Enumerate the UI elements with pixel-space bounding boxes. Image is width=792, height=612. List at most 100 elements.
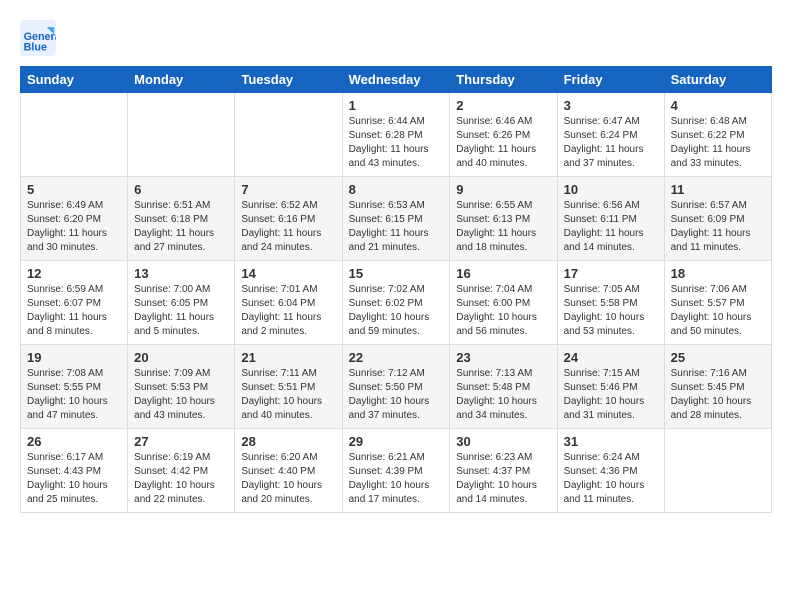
calendar-cell: 10 Sunrise: 6:56 AM Sunset: 6:11 PM Dayli… bbox=[557, 177, 664, 261]
day-info: Sunrise: 7:16 AM Sunset: 5:45 PM Dayligh… bbox=[671, 367, 765, 423]
header: General Blue bbox=[20, 20, 772, 56]
day-number: 29 bbox=[349, 434, 444, 449]
calendar-cell: 7 Sunrise: 6:52 AM Sunset: 6:16 PM Daylig… bbox=[235, 177, 342, 261]
calendar-cell: 1 Sunrise: 6:44 AM Sunset: 6:28 PM Daylig… bbox=[342, 93, 450, 177]
weekday-header-tuesday: Tuesday bbox=[235, 67, 342, 93]
calendar-cell: 25 Sunrise: 7:16 AM Sunset: 5:45 PM Dayli… bbox=[664, 345, 771, 429]
calendar-cell: 24 Sunrise: 7:15 AM Sunset: 5:46 PM Dayli… bbox=[557, 345, 664, 429]
day-info: Sunrise: 6:44 AM Sunset: 6:28 PM Dayligh… bbox=[349, 115, 444, 171]
calendar-cell bbox=[235, 93, 342, 177]
day-info: Sunrise: 7:15 AM Sunset: 5:46 PM Dayligh… bbox=[564, 367, 658, 423]
svg-text:Blue: Blue bbox=[24, 42, 47, 54]
day-info: Sunrise: 6:47 AM Sunset: 6:24 PM Dayligh… bbox=[564, 115, 658, 171]
day-number: 4 bbox=[671, 98, 765, 113]
calendar-cell: 16Sunrise: 7:04 AM Sunset: 6:00 PM Dayli… bbox=[450, 261, 557, 345]
day-info: Sunrise: 7:08 AM Sunset: 5:55 PM Dayligh… bbox=[27, 367, 121, 423]
day-info: Sunrise: 6:57 AM Sunset: 6:09 PM Dayligh… bbox=[671, 199, 765, 255]
calendar-week-row: 26 Sunrise: 6:17 AM Sunset: 4:43 PM Dayli… bbox=[21, 429, 772, 513]
day-number: 21 bbox=[241, 350, 335, 365]
day-number: 6 bbox=[134, 182, 228, 197]
day-number: 27 bbox=[134, 434, 228, 449]
calendar-cell: 29 Sunrise: 6:21 AM Sunset: 4:39 PM Dayli… bbox=[342, 429, 450, 513]
calendar-cell: 30 Sunrise: 6:23 AM Sunset: 4:37 PM Dayli… bbox=[450, 429, 557, 513]
day-number: 17 bbox=[564, 266, 658, 281]
calendar-cell: 23Sunrise: 7:13 AM Sunset: 5:48 PM Dayli… bbox=[450, 345, 557, 429]
calendar-cell: 11 Sunrise: 6:57 AM Sunset: 6:09 PM Dayli… bbox=[664, 177, 771, 261]
day-info: Sunrise: 6:51 AM Sunset: 6:18 PM Dayligh… bbox=[134, 199, 228, 255]
day-number: 18 bbox=[671, 266, 765, 281]
day-number: 13 bbox=[134, 266, 228, 281]
calendar-cell: 31 Sunrise: 6:24 AM Sunset: 4:36 PM Dayli… bbox=[557, 429, 664, 513]
day-info: Sunrise: 7:01 AM Sunset: 6:04 PM Dayligh… bbox=[241, 283, 335, 339]
calendar-cell: 28Sunrise: 6:20 AM Sunset: 4:40 PM Dayli… bbox=[235, 429, 342, 513]
day-number: 14 bbox=[241, 266, 335, 281]
weekday-header-thursday: Thursday bbox=[450, 67, 557, 93]
day-number: 3 bbox=[564, 98, 658, 113]
day-number: 22 bbox=[349, 350, 444, 365]
day-info: Sunrise: 7:09 AM Sunset: 5:53 PM Dayligh… bbox=[134, 367, 228, 423]
calendar-cell: 20Sunrise: 7:09 AM Sunset: 5:53 PM Dayli… bbox=[128, 345, 235, 429]
day-info: Sunrise: 7:12 AM Sunset: 5:50 PM Dayligh… bbox=[349, 367, 444, 423]
calendar-cell: 6 Sunrise: 6:51 AM Sunset: 6:18 PM Daylig… bbox=[128, 177, 235, 261]
day-number: 9 bbox=[456, 182, 550, 197]
day-number: 11 bbox=[671, 182, 765, 197]
day-info: Sunrise: 6:55 AM Sunset: 6:13 PM Dayligh… bbox=[456, 199, 550, 255]
day-info: Sunrise: 6:17 AM Sunset: 4:43 PM Dayligh… bbox=[27, 451, 121, 507]
day-number: 1 bbox=[349, 98, 444, 113]
logo-icon: General Blue bbox=[20, 20, 56, 56]
day-info: Sunrise: 6:49 AM Sunset: 6:20 PM Dayligh… bbox=[27, 199, 121, 255]
weekday-header-wednesday: Wednesday bbox=[342, 67, 450, 93]
weekday-header-friday: Friday bbox=[557, 67, 664, 93]
weekday-header-monday: Monday bbox=[128, 67, 235, 93]
day-number: 31 bbox=[564, 434, 658, 449]
day-info: Sunrise: 6:20 AM Sunset: 4:40 PM Dayligh… bbox=[241, 451, 335, 507]
calendar-cell: 3 Sunrise: 6:47 AM Sunset: 6:24 PM Daylig… bbox=[557, 93, 664, 177]
day-info: Sunrise: 6:23 AM Sunset: 4:37 PM Dayligh… bbox=[456, 451, 550, 507]
day-number: 8 bbox=[349, 182, 444, 197]
calendar-cell: 22 Sunrise: 7:12 AM Sunset: 5:50 PM Dayli… bbox=[342, 345, 450, 429]
calendar-cell: 27Sunrise: 6:19 AM Sunset: 4:42 PM Dayli… bbox=[128, 429, 235, 513]
day-number: 12 bbox=[27, 266, 121, 281]
day-number: 10 bbox=[564, 182, 658, 197]
calendar-week-row: 1 Sunrise: 6:44 AM Sunset: 6:28 PM Daylig… bbox=[21, 93, 772, 177]
calendar-cell: 2Sunrise: 6:46 AM Sunset: 6:26 PM Daylig… bbox=[450, 93, 557, 177]
day-info: Sunrise: 6:24 AM Sunset: 4:36 PM Dayligh… bbox=[564, 451, 658, 507]
day-info: Sunrise: 6:21 AM Sunset: 4:39 PM Dayligh… bbox=[349, 451, 444, 507]
calendar-cell: 8 Sunrise: 6:53 AM Sunset: 6:15 PM Daylig… bbox=[342, 177, 450, 261]
calendar-cell: 17 Sunrise: 7:05 AM Sunset: 5:58 PM Dayli… bbox=[557, 261, 664, 345]
calendar-week-row: 5 Sunrise: 6:49 AM Sunset: 6:20 PM Daylig… bbox=[21, 177, 772, 261]
calendar-cell: 26 Sunrise: 6:17 AM Sunset: 4:43 PM Dayli… bbox=[21, 429, 128, 513]
day-info: Sunrise: 7:05 AM Sunset: 5:58 PM Dayligh… bbox=[564, 283, 658, 339]
calendar-cell: 21 Sunrise: 7:11 AM Sunset: 5:51 PM Dayli… bbox=[235, 345, 342, 429]
calendar-week-row: 19 Sunrise: 7:08 AM Sunset: 5:55 PM Dayli… bbox=[21, 345, 772, 429]
day-info: Sunrise: 6:59 AM Sunset: 6:07 PM Dayligh… bbox=[27, 283, 121, 339]
calendar-cell: 19 Sunrise: 7:08 AM Sunset: 5:55 PM Dayli… bbox=[21, 345, 128, 429]
day-number: 24 bbox=[564, 350, 658, 365]
day-number: 30 bbox=[456, 434, 550, 449]
day-info: Sunrise: 7:11 AM Sunset: 5:51 PM Dayligh… bbox=[241, 367, 335, 423]
day-number: 15 bbox=[349, 266, 444, 281]
calendar-table: SundayMondayTuesdayWednesdayThursdayFrid… bbox=[20, 66, 772, 513]
day-info: Sunrise: 7:04 AM Sunset: 6:00 PM Dayligh… bbox=[456, 283, 550, 339]
day-info: Sunrise: 6:48 AM Sunset: 6:22 PM Dayligh… bbox=[671, 115, 765, 171]
calendar-cell: 18Sunrise: 7:06 AM Sunset: 5:57 PM Dayli… bbox=[664, 261, 771, 345]
day-info: Sunrise: 6:56 AM Sunset: 6:11 PM Dayligh… bbox=[564, 199, 658, 255]
calendar-cell: 12 Sunrise: 6:59 AM Sunset: 6:07 PM Dayli… bbox=[21, 261, 128, 345]
weekday-header-saturday: Saturday bbox=[664, 67, 771, 93]
day-number: 2 bbox=[456, 98, 550, 113]
day-info: Sunrise: 7:13 AM Sunset: 5:48 PM Dayligh… bbox=[456, 367, 550, 423]
weekday-header-sunday: Sunday bbox=[21, 67, 128, 93]
day-info: Sunrise: 6:52 AM Sunset: 6:16 PM Dayligh… bbox=[241, 199, 335, 255]
calendar-cell bbox=[21, 93, 128, 177]
day-number: 7 bbox=[241, 182, 335, 197]
logo: General Blue bbox=[20, 20, 60, 56]
calendar-cell: 13Sunrise: 7:00 AM Sunset: 6:05 PM Dayli… bbox=[128, 261, 235, 345]
day-info: Sunrise: 7:02 AM Sunset: 6:02 PM Dayligh… bbox=[349, 283, 444, 339]
day-number: 19 bbox=[27, 350, 121, 365]
day-info: Sunrise: 6:53 AM Sunset: 6:15 PM Dayligh… bbox=[349, 199, 444, 255]
calendar-header-row: SundayMondayTuesdayWednesdayThursdayFrid… bbox=[21, 67, 772, 93]
day-number: 26 bbox=[27, 434, 121, 449]
day-number: 5 bbox=[27, 182, 121, 197]
calendar-cell: 15 Sunrise: 7:02 AM Sunset: 6:02 PM Dayli… bbox=[342, 261, 450, 345]
day-number: 25 bbox=[671, 350, 765, 365]
